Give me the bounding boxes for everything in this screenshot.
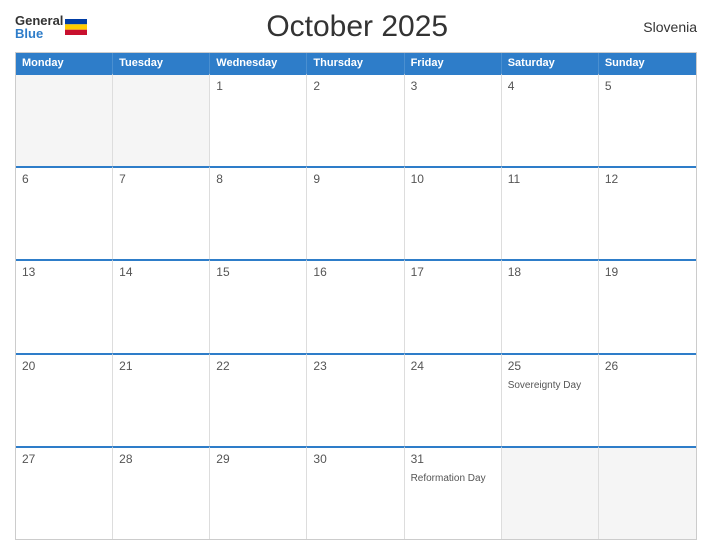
cell-date: 3 — [411, 79, 495, 93]
calendar-title: October 2025 — [87, 10, 627, 44]
logo-flag-icon — [65, 19, 87, 35]
cell-date: 30 — [313, 452, 397, 466]
day-header-saturday: Saturday — [502, 53, 599, 73]
table-row: 23 — [307, 353, 404, 446]
cell-date: 24 — [411, 359, 495, 373]
table-row: 21 — [113, 353, 210, 446]
cell-date: 15 — [216, 265, 300, 279]
table-row: 22 — [210, 353, 307, 446]
cell-date: 2 — [313, 79, 397, 93]
table-row — [599, 446, 696, 539]
cell-date: 11 — [508, 172, 592, 186]
table-row: 29 — [210, 446, 307, 539]
table-row: 3 — [405, 73, 502, 166]
cell-date: 23 — [313, 359, 397, 373]
table-row: 7 — [113, 166, 210, 259]
logo-blue-text: Blue — [15, 27, 63, 40]
cell-date: 1 — [216, 79, 300, 93]
cell-date: 17 — [411, 265, 495, 279]
cell-date: 10 — [411, 172, 495, 186]
table-row: 12 — [599, 166, 696, 259]
table-row: 9 — [307, 166, 404, 259]
days-header: Monday Tuesday Wednesday Thursday Friday… — [16, 53, 696, 73]
cell-date: 27 — [22, 452, 106, 466]
table-row: 19 — [599, 259, 696, 352]
cell-date: 20 — [22, 359, 106, 373]
day-header-monday: Monday — [16, 53, 113, 73]
table-row: 17 — [405, 259, 502, 352]
cell-date: 22 — [216, 359, 300, 373]
table-row — [113, 73, 210, 166]
table-row: 13 — [16, 259, 113, 352]
table-row — [16, 73, 113, 166]
table-row: 10 — [405, 166, 502, 259]
cell-date: 9 — [313, 172, 397, 186]
table-row: 18 — [502, 259, 599, 352]
cell-date: 13 — [22, 265, 106, 279]
table-row: 25 Sovereignty Day — [502, 353, 599, 446]
table-row: 11 — [502, 166, 599, 259]
logo: General Blue — [15, 14, 87, 40]
table-row: 8 — [210, 166, 307, 259]
day-header-wednesday: Wednesday — [210, 53, 307, 73]
calendar: Monday Tuesday Wednesday Thursday Friday… — [15, 52, 697, 540]
table-row: 15 — [210, 259, 307, 352]
cell-date: 31 — [411, 452, 495, 466]
calendar-grid: 1234567891011121314151617181920212223242… — [16, 73, 696, 539]
table-row: 26 — [599, 353, 696, 446]
cell-date: 29 — [216, 452, 300, 466]
cell-date: 12 — [605, 172, 690, 186]
cell-date: 21 — [119, 359, 203, 373]
cell-date: 28 — [119, 452, 203, 466]
cell-date: 5 — [605, 79, 690, 93]
cell-date: 19 — [605, 265, 690, 279]
table-row: 2 — [307, 73, 404, 166]
cell-date: 6 — [22, 172, 106, 186]
table-row: 28 — [113, 446, 210, 539]
cell-date: 4 — [508, 79, 592, 93]
day-header-friday: Friday — [405, 53, 502, 73]
cell-date: 26 — [605, 359, 690, 373]
cell-date: 8 — [216, 172, 300, 186]
table-row: 20 — [16, 353, 113, 446]
table-row: 27 — [16, 446, 113, 539]
cell-event: Sovereignty Day — [508, 380, 581, 391]
table-row: 16 — [307, 259, 404, 352]
day-header-tuesday: Tuesday — [113, 53, 210, 73]
cell-date: 18 — [508, 265, 592, 279]
table-row: 6 — [16, 166, 113, 259]
cell-date: 7 — [119, 172, 203, 186]
calendar-page: General Blue October 2025 Slovenia Monda… — [0, 0, 712, 550]
day-header-thursday: Thursday — [307, 53, 404, 73]
day-header-sunday: Sunday — [599, 53, 696, 73]
header: General Blue October 2025 Slovenia — [15, 10, 697, 44]
table-row: 1 — [210, 73, 307, 166]
table-row: 30 — [307, 446, 404, 539]
table-row — [502, 446, 599, 539]
cell-event: Reformation Day — [411, 473, 486, 484]
table-row: 31 Reformation Day — [405, 446, 502, 539]
table-row: 5 — [599, 73, 696, 166]
cell-date: 16 — [313, 265, 397, 279]
table-row: 14 — [113, 259, 210, 352]
table-row: 4 — [502, 73, 599, 166]
cell-date: 14 — [119, 265, 203, 279]
country-label: Slovenia — [627, 19, 697, 35]
table-row: 24 — [405, 353, 502, 446]
cell-date: 25 — [508, 359, 592, 373]
